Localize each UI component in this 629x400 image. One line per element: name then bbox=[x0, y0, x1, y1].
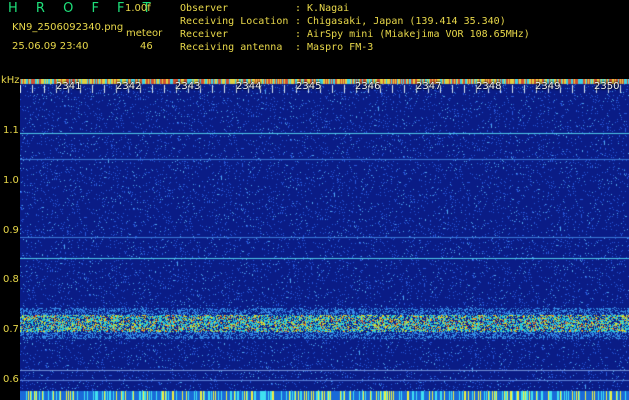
header-panel: H R O F F T 1.00f KN9_2506092340.png met… bbox=[0, 0, 629, 74]
time-label-2349: 2349 bbox=[535, 81, 561, 92]
time-label-2344: 2344 bbox=[236, 81, 262, 92]
station-info: Observer : K.Nagai Receiving Location : Ch… bbox=[180, 2, 530, 54]
info-row-receiver: Receiver : AirSpy mini (Miakejima VOR 108… bbox=[180, 28, 530, 41]
file-name: KN9_2506092340.png bbox=[12, 22, 124, 33]
info-key: Receiver bbox=[180, 29, 229, 40]
info-row-location: Receiving Location : Chigasaki, Japan (13… bbox=[180, 15, 530, 28]
freq-label-1-0: 1.0 bbox=[3, 175, 19, 186]
info-value: : AirSpy mini (Miakejima VOR 108.65MHz) bbox=[295, 29, 530, 40]
freq-label-0-6: 0.6 bbox=[3, 374, 19, 385]
meteor-count: 46 bbox=[140, 41, 153, 52]
info-key: Receiving antenna bbox=[180, 42, 283, 53]
time-label-2345: 2345 bbox=[296, 81, 322, 92]
time-label-2342: 2342 bbox=[116, 81, 142, 92]
info-key: Receiving Location bbox=[180, 16, 289, 27]
date-time: 25.06.09 23:40 bbox=[12, 41, 89, 52]
time-label-2346: 2346 bbox=[355, 81, 381, 92]
time-label-2348: 2348 bbox=[476, 81, 502, 92]
time-label-2347: 2347 bbox=[416, 81, 442, 92]
freq-label-0-9: 0.9 bbox=[3, 225, 19, 236]
freq-label-0-8: 0.8 bbox=[3, 274, 19, 285]
time-label-2350: 2350 bbox=[594, 81, 620, 92]
freq-label-0-7: 0.7 bbox=[3, 324, 19, 335]
info-value: : Chigasaki, Japan (139.414 35.340) bbox=[295, 16, 506, 27]
info-value: : Maspro FM-3 bbox=[295, 42, 374, 53]
spectrogram bbox=[20, 79, 629, 400]
meteor-label: meteor bbox=[126, 28, 163, 39]
time-label-2343: 2343 bbox=[175, 81, 201, 92]
info-row-observer: Observer : K.Nagai bbox=[180, 2, 530, 15]
time-label-2341: 2341 bbox=[56, 81, 82, 92]
app-version: 1.00f bbox=[125, 3, 151, 14]
info-value: : K.Nagai bbox=[295, 3, 350, 14]
axis-unit: kHz bbox=[1, 75, 20, 86]
info-key: Observer bbox=[180, 3, 229, 14]
freq-label-1-1: 1.1 bbox=[3, 125, 19, 136]
info-row-antenna: Receiving antenna : Maspro FM-3 bbox=[180, 41, 530, 54]
